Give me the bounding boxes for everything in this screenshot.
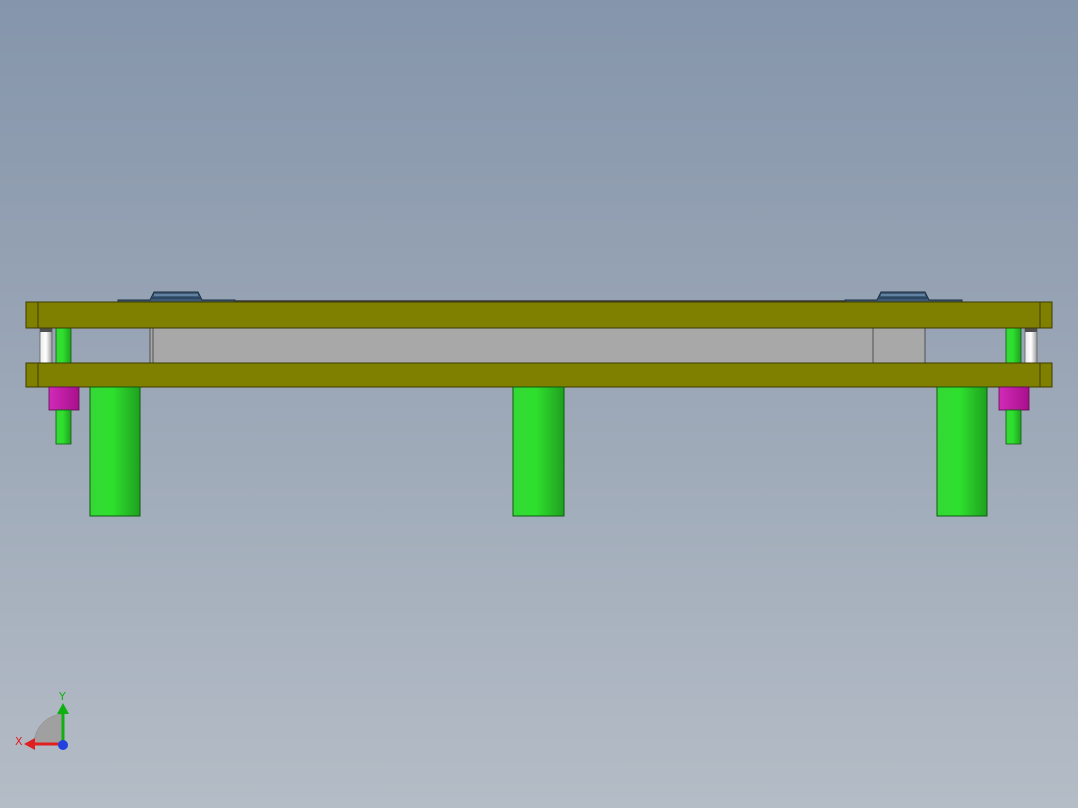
y-axis-arrow-head <box>57 703 69 714</box>
triad-y-label: Y <box>58 690 66 703</box>
rod-left-lower[interactable] <box>55 409 72 445</box>
view-triad: Y X <box>15 690 69 750</box>
top-clamp-left[interactable] <box>117 291 236 303</box>
rod-right-upper[interactable] <box>1005 327 1022 364</box>
z-axis-dot <box>58 740 68 750</box>
triad-x-label: X <box>15 735 23 748</box>
support-post-right[interactable] <box>936 386 988 517</box>
guide-pin-right[interactable] <box>1024 327 1038 364</box>
top-clamp-right[interactable] <box>844 291 963 303</box>
triad-plane-shape <box>33 713 65 745</box>
assembly-model[interactable]: Y X <box>0 0 1078 808</box>
guide-pin-left[interactable] <box>39 327 53 364</box>
top-plate[interactable] <box>25 301 1053 329</box>
bottom-plate[interactable] <box>25 362 1053 388</box>
bushing-right[interactable] <box>998 386 1030 411</box>
support-post-left[interactable] <box>89 386 141 517</box>
x-axis-arrow-head <box>24 738 35 750</box>
rod-left-upper[interactable] <box>55 327 72 364</box>
bushing-left[interactable] <box>48 386 80 411</box>
graphics-viewport[interactable]: Y X <box>0 0 1078 808</box>
support-post-center[interactable] <box>512 386 565 517</box>
spacer-block[interactable] <box>149 327 926 364</box>
rod-right-lower[interactable] <box>1005 409 1022 445</box>
